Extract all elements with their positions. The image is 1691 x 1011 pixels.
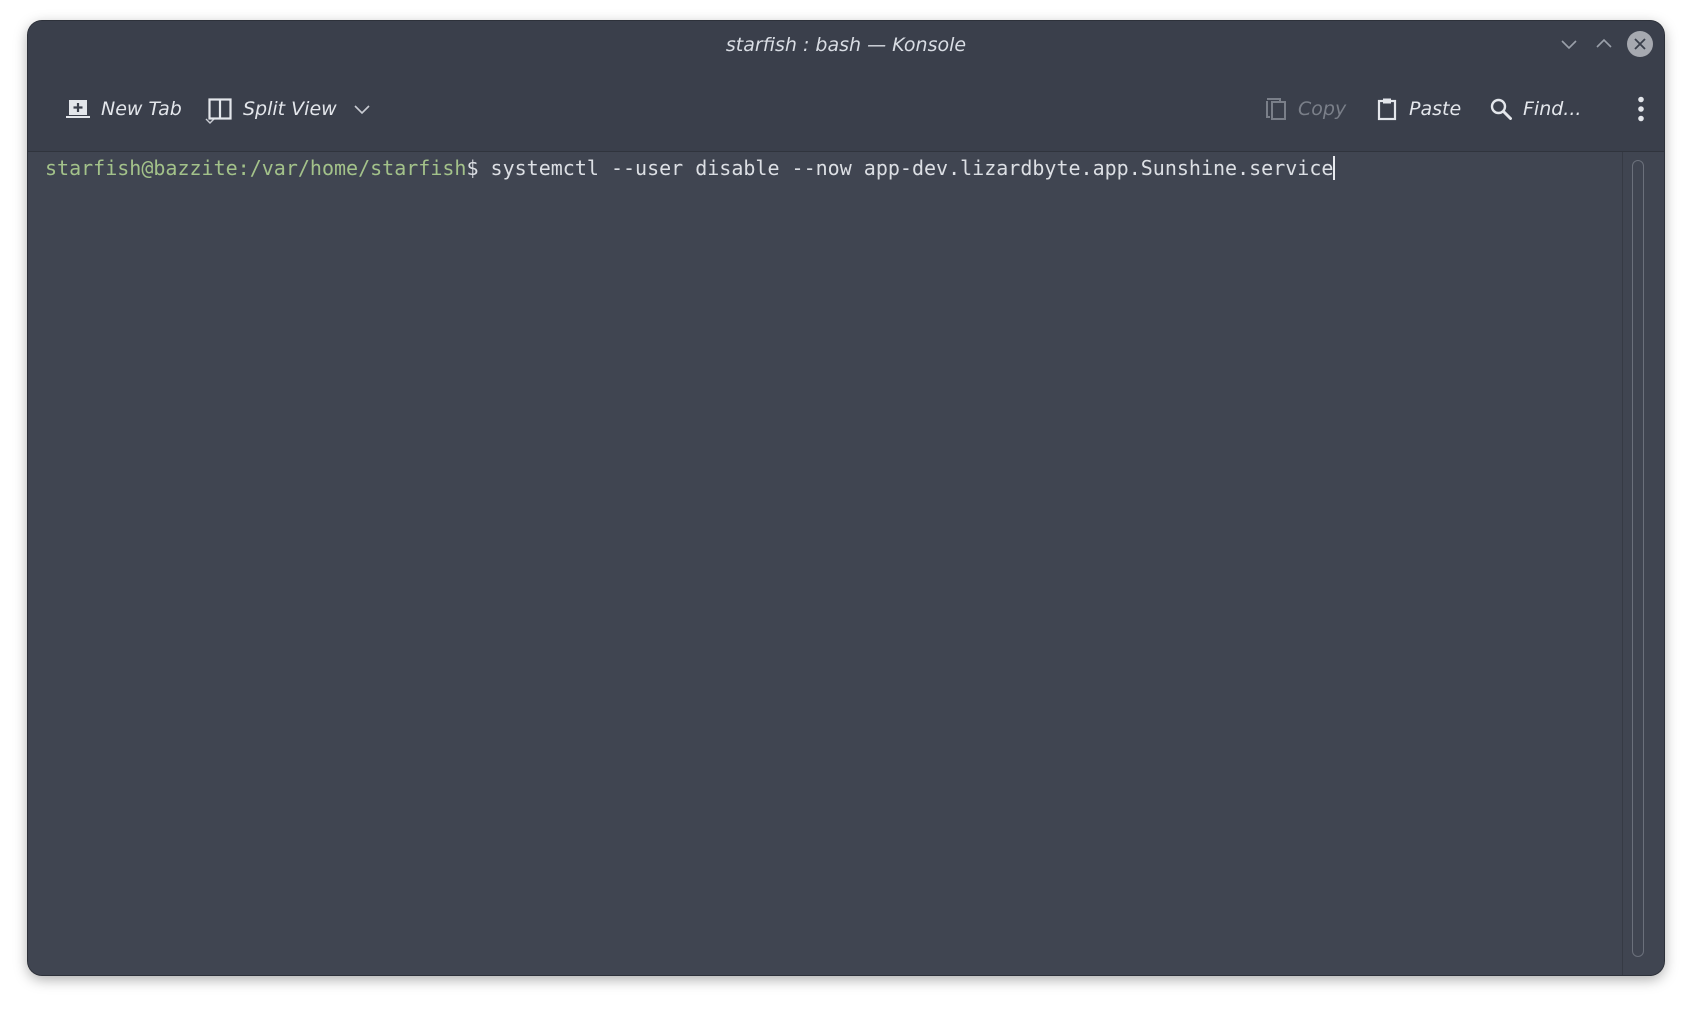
paste-icon: [1377, 98, 1397, 121]
title-bar[interactable]: starfish : bash — Konsole: [28, 21, 1664, 67]
terminal-view[interactable]: starfish@bazzite:/var/home/starfish$ sys…: [28, 152, 1622, 975]
copy-button[interactable]: Copy: [1265, 67, 1346, 151]
text-cursor: [1333, 156, 1336, 180]
minimize-button[interactable]: [1556, 31, 1582, 57]
copy-icon: [1266, 98, 1286, 120]
paste-label: Paste: [1409, 98, 1462, 120]
menu-button[interactable]: [1637, 67, 1645, 151]
copy-label: Copy: [1298, 98, 1347, 120]
find-button[interactable]: Find...: [1490, 67, 1581, 151]
split-view-label: Split View: [243, 98, 337, 120]
split-view-icon: [208, 98, 232, 120]
maximize-button[interactable]: [1591, 31, 1617, 57]
kebab-menu-icon: [1638, 96, 1644, 122]
scrollbar[interactable]: [1622, 152, 1664, 975]
window-title: starfish : bash — Konsole: [725, 34, 967, 56]
prompt-symbol: $: [466, 156, 491, 180]
close-button[interactable]: [1627, 31, 1653, 57]
shell-prompt: starfish@bazzite:/var/home/starfish: [45, 156, 467, 180]
chevron-down-icon[interactable]: [353, 103, 371, 115]
toolbar: New Tab Split View Copy Paste Find...: [28, 67, 1664, 152]
split-view-button[interactable]: Split View: [208, 67, 371, 151]
konsole-window: starfish : bash — Konsole New Tab Split …: [28, 21, 1664, 975]
new-tab-icon: [66, 100, 90, 118]
new-tab-button[interactable]: New Tab: [66, 67, 215, 151]
chevron-up-icon: [1596, 38, 1612, 48]
scrollbar-thumb[interactable]: [1632, 160, 1644, 957]
new-tab-label: New Tab: [101, 98, 182, 120]
terminal-line: starfish@bazzite:/var/home/starfish$ sys…: [45, 155, 1336, 181]
command-text: systemctl --user disable --now app-dev.l…: [490, 156, 1334, 180]
chevron-down-icon: [1561, 40, 1577, 50]
paste-button[interactable]: Paste: [1376, 67, 1461, 151]
find-label: Find...: [1523, 98, 1582, 120]
close-icon: [1634, 38, 1646, 50]
search-icon: [1490, 98, 1512, 120]
